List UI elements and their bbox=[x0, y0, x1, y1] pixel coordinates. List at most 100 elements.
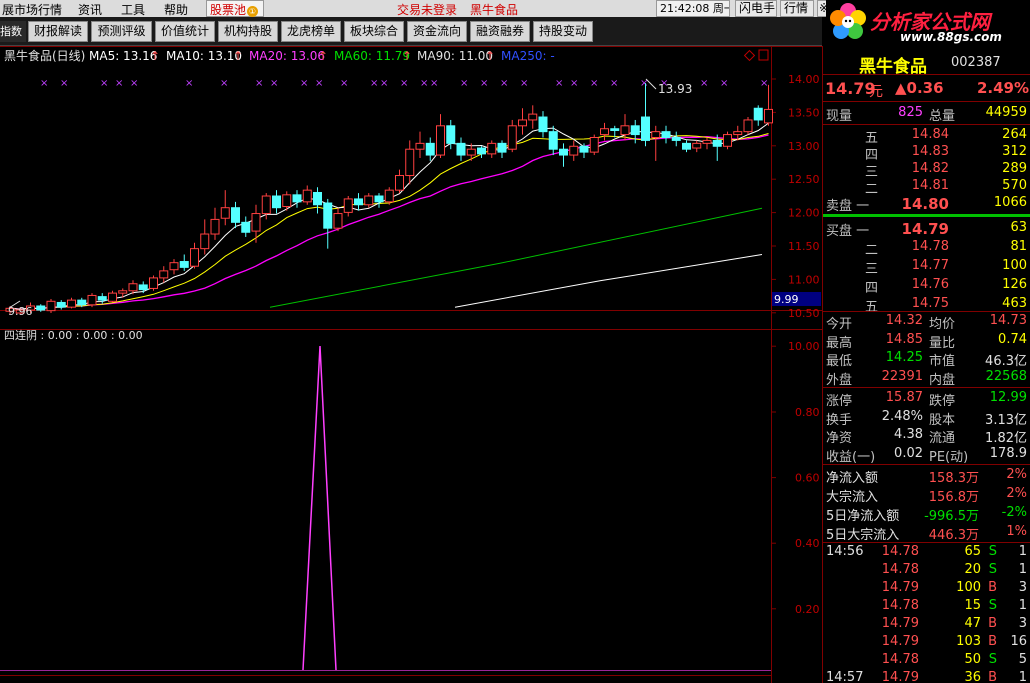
sell-row[interactable]: 五 14.84 264 bbox=[823, 127, 1030, 146]
divider bbox=[823, 101, 1030, 102]
toolbar-value-stats[interactable]: 价值统计 bbox=[155, 21, 215, 42]
kline-chart-area[interactable]: 黑牛食品(日线) MA5: 13.16 ↑ MA10: 13.10 ↑ MA20… bbox=[0, 46, 822, 683]
tick-row[interactable]: 14:57 14.79 36 B 1 bbox=[823, 670, 1030, 683]
tick-row[interactable]: 14:56 14.78 65 S 1 bbox=[823, 544, 1030, 562]
toolbar-margin-trading[interactable]: 融资融券 bbox=[470, 21, 530, 42]
stock-pool-button[interactable]: 股票池 ① bbox=[206, 0, 264, 17]
current-stock-status: 黑牛食品 bbox=[470, 3, 519, 17]
flow-value: 158.3万 bbox=[928, 471, 979, 486]
buy-row[interactable]: 二 14.78 81 bbox=[823, 239, 1030, 258]
candle-down bbox=[548, 131, 558, 150]
buy-level-label: 二 bbox=[865, 243, 879, 258]
ma60-label: MA60: 11.79 bbox=[334, 49, 410, 63]
total-volume: 44959 bbox=[985, 105, 1027, 120]
buy-row[interactable]: 四 14.76 126 bbox=[823, 277, 1030, 296]
tick-row[interactable]: 14.78 20 S 1 bbox=[823, 562, 1030, 580]
candle-down bbox=[292, 194, 302, 203]
chart-expand-icon[interactable] bbox=[758, 49, 769, 61]
signal-marker: × bbox=[700, 78, 708, 89]
divider bbox=[823, 124, 1030, 125]
toolbar-forecast-rating[interactable]: 预测评级 bbox=[91, 21, 152, 42]
stat-label: 内盘 bbox=[929, 372, 956, 388]
total-volume-label: 总量 bbox=[929, 109, 956, 124]
buy-row[interactable]: 买盘 一 14.79 63 bbox=[823, 220, 1030, 239]
tick-count: 3 bbox=[1018, 616, 1027, 631]
tick-direction: S bbox=[988, 652, 997, 667]
chart-diamond-icon[interactable] bbox=[743, 49, 756, 62]
toolbar-sector-summary[interactable]: 板块综合 bbox=[344, 21, 404, 42]
toolbar-index-tab[interactable]: 指数 bbox=[0, 21, 26, 42]
tick-row[interactable]: 14.79 100 B 3 bbox=[823, 580, 1030, 598]
price-row: 14.79 元 ▲0.36 2.49% bbox=[823, 79, 1030, 100]
tick-row[interactable]: 14.78 50 S 5 bbox=[823, 652, 1030, 670]
sell-row[interactable]: 四 14.83 312 bbox=[823, 144, 1030, 163]
stat-value: 3.13亿 bbox=[985, 412, 1027, 428]
signal-marker: × bbox=[400, 78, 408, 89]
logo-url: www.88gs.com bbox=[900, 30, 1002, 44]
buy-row[interactable]: 三 14.77 100 bbox=[823, 258, 1030, 277]
ma60-line bbox=[269, 207, 763, 308]
price-tick-label: 14.00 bbox=[788, 73, 820, 86]
price-tick-label: 11.50 bbox=[788, 240, 820, 253]
indicator-spike bbox=[302, 345, 337, 671]
candle-up bbox=[723, 134, 732, 147]
candle-down bbox=[231, 207, 240, 223]
menu-tools[interactable]: 工具 bbox=[121, 1, 145, 18]
flash-trade-button[interactable]: 闪电手 bbox=[735, 0, 777, 17]
stat-value: 14.85 bbox=[885, 331, 923, 347]
toolbar-financial-report[interactable]: 财报解读 bbox=[28, 21, 88, 42]
tick-count: 1 bbox=[1018, 598, 1027, 613]
stat-row: 最低 14.25 市值 46.3亿 bbox=[823, 350, 1030, 369]
sell-row[interactable]: 卖盘 一 14.80 1066 bbox=[823, 195, 1030, 214]
candle-up bbox=[743, 119, 753, 133]
candle-down bbox=[477, 147, 486, 155]
signal-marker: × bbox=[315, 78, 323, 89]
stock-pool-badge: ① bbox=[247, 6, 259, 17]
candle-up bbox=[251, 213, 261, 232]
price-tick-label: 12.50 bbox=[788, 173, 820, 186]
signal-marker: × bbox=[370, 78, 378, 89]
now-volume-label: 现量 bbox=[826, 109, 853, 124]
toolbar-dragon-tiger-list[interactable]: 龙虎榜单 bbox=[281, 21, 341, 42]
toolbar-fund-flow[interactable]: 资金流向 bbox=[407, 21, 467, 42]
toolbar-holding-changes[interactable]: 持股变动 bbox=[533, 21, 593, 42]
candle-down bbox=[77, 299, 87, 306]
candle-down bbox=[579, 145, 589, 153]
candle-down bbox=[354, 198, 363, 206]
candle-up bbox=[620, 125, 630, 136]
ma20-label: MA20: 13.06 bbox=[249, 49, 325, 63]
signal-marker: × bbox=[185, 78, 193, 89]
candle-down bbox=[138, 284, 148, 291]
candle-up bbox=[692, 142, 702, 149]
login-status: 交易未登录 bbox=[397, 3, 458, 17]
candle-up bbox=[108, 292, 117, 302]
tick-volume: 15 bbox=[964, 598, 981, 613]
indicator-tick-label: 0.20 bbox=[795, 603, 820, 616]
buy-price: 14.78 bbox=[911, 239, 949, 254]
tick-row[interactable]: 14.79 103 B 16 bbox=[823, 634, 1030, 652]
tick-direction: B bbox=[988, 634, 997, 649]
menu-market[interactable]: 展市场行情 bbox=[2, 1, 62, 18]
tick-row[interactable]: 14.79 47 B 3 bbox=[823, 616, 1030, 634]
quote-button[interactable]: 行情 bbox=[780, 0, 814, 17]
toolbar-institution-holdings[interactable]: 机构持股 bbox=[218, 21, 278, 42]
indicator-tick-label: 0.80 bbox=[795, 406, 820, 419]
signal-marker: × bbox=[480, 78, 488, 89]
signal-marker: × bbox=[760, 78, 768, 89]
menu-news[interactable]: 资讯 bbox=[78, 1, 102, 18]
stat-value: 46.3亿 bbox=[985, 354, 1027, 369]
candle-up bbox=[67, 299, 76, 308]
sell-row[interactable]: 二 14.81 570 bbox=[823, 178, 1030, 197]
ma5-line bbox=[9, 122, 769, 310]
sell-row[interactable]: 三 14.82 289 bbox=[823, 161, 1030, 180]
kline-chart-svg[interactable]: 黑牛食品(日线) MA5: 13.16 ↑ MA10: 13.10 ↑ MA20… bbox=[0, 46, 822, 683]
menu-help[interactable]: 帮助 bbox=[164, 1, 188, 18]
stat-label: 股本 bbox=[929, 412, 956, 428]
tick-row[interactable]: 14.78 15 S 1 bbox=[823, 598, 1030, 616]
sell-volume: 570 bbox=[1002, 178, 1027, 193]
candle-down bbox=[272, 195, 281, 209]
quote-panel: 黑牛食品 002387 14.79 元 ▲0.36 2.49% 现量 825 总… bbox=[822, 46, 1030, 683]
flow-value: 446.3万 bbox=[928, 528, 979, 543]
candle-down bbox=[179, 261, 189, 268]
candle-up bbox=[364, 195, 374, 206]
